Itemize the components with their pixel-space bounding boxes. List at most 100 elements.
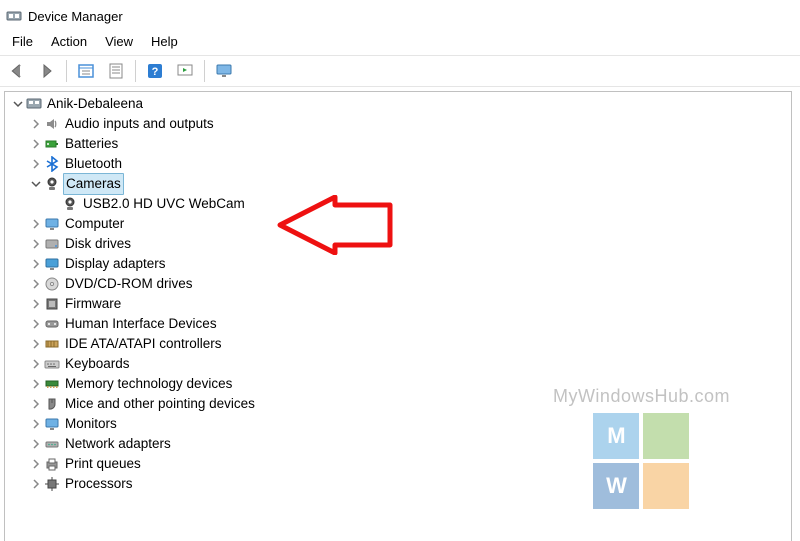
camera-icon: [61, 195, 79, 213]
battery-icon: [43, 135, 61, 153]
tree-item-cameras[interactable]: Cameras: [5, 174, 791, 194]
tree-item-dvd-cd-rom-drives[interactable]: DVD/CD-ROM drives: [5, 274, 791, 294]
chevron-right-icon[interactable]: [29, 297, 43, 311]
hid-icon: [43, 315, 61, 333]
tree-item-ide-ata-atapi-controllers[interactable]: IDE ATA/ATAPI controllers: [5, 334, 791, 354]
cpu-icon: [43, 475, 61, 493]
tree-item-label: DVD/CD-ROM drives: [63, 274, 195, 294]
display-icon: [43, 255, 61, 273]
chevron-right-icon[interactable]: [29, 337, 43, 351]
toolbar-separator: [135, 60, 136, 82]
menu-action[interactable]: Action: [43, 32, 95, 51]
back-button[interactable]: [4, 58, 30, 84]
bluetooth-icon: [43, 155, 61, 173]
tree-item-bluetooth[interactable]: Bluetooth: [5, 154, 791, 174]
menu-file[interactable]: File: [4, 32, 41, 51]
tree-item-label: Mice and other pointing devices: [63, 394, 257, 414]
tree-item-human-interface-devices[interactable]: Human Interface Devices: [5, 314, 791, 334]
tree-item-firmware[interactable]: Firmware: [5, 294, 791, 314]
tree-item-computer[interactable]: Computer: [5, 214, 791, 234]
tree-item-label: Network adapters: [63, 434, 173, 454]
disk-icon: [43, 235, 61, 253]
monitor-button[interactable]: [211, 58, 237, 84]
tree-item-label: Batteries: [63, 134, 120, 154]
chevron-right-icon[interactable]: [29, 477, 43, 491]
camera-icon: [43, 175, 61, 193]
tree-item-mice-and-other-pointing-devices[interactable]: Mice and other pointing devices: [5, 394, 791, 414]
tree-item-label: Keyboards: [63, 354, 132, 374]
tree-item-disk-drives[interactable]: Disk drives: [5, 234, 791, 254]
firmware-icon: [43, 295, 61, 313]
chevron-right-icon[interactable]: [29, 237, 43, 251]
tree-item-label: Display adapters: [63, 254, 168, 274]
network-icon: [43, 435, 61, 453]
tree-item-label: Bluetooth: [63, 154, 124, 174]
dvd-icon: [43, 275, 61, 293]
tree-item-label: Monitors: [63, 414, 119, 434]
chevron-down-icon[interactable]: [29, 177, 43, 191]
chevron-right-icon[interactable]: [29, 397, 43, 411]
tree-item-label: Audio inputs and outputs: [63, 114, 216, 134]
tree-item-label: Computer: [63, 214, 126, 234]
window-title: Device Manager: [28, 9, 123, 24]
chevron-right-icon[interactable]: [29, 217, 43, 231]
menu-help[interactable]: Help: [143, 32, 186, 51]
chevron-right-icon[interactable]: [29, 277, 43, 291]
printer-icon: [43, 455, 61, 473]
computer-icon: [43, 215, 61, 233]
forward-button[interactable]: [34, 58, 60, 84]
menu-bar: File Action View Help: [0, 30, 800, 55]
show-hidden-button[interactable]: [73, 58, 99, 84]
scan-button[interactable]: [172, 58, 198, 84]
chevron-right-icon[interactable]: [29, 157, 43, 171]
toolbar: ?: [0, 55, 800, 87]
menu-view[interactable]: View: [97, 32, 141, 51]
chevron-right-icon[interactable]: [29, 457, 43, 471]
tree-item-label: Human Interface Devices: [63, 314, 219, 334]
tree-item-audio-inputs-and-outputs[interactable]: Audio inputs and outputs: [5, 114, 791, 134]
tree-item-label: Memory technology devices: [63, 374, 234, 394]
app-icon: [6, 8, 22, 24]
monitor-icon: [43, 415, 61, 433]
chevron-right-icon[interactable]: [29, 317, 43, 331]
device-tree[interactable]: Anik-DebaleenaAudio inputs and outputsBa…: [5, 94, 791, 494]
audio-icon: [43, 115, 61, 133]
properties-button[interactable]: [103, 58, 129, 84]
tree-item-label: Disk drives: [63, 234, 133, 254]
tree-item-label: USB2.0 HD UVC WebCam: [81, 194, 247, 214]
tree-item-memory-technology-devices[interactable]: Memory technology devices: [5, 374, 791, 394]
tree-item-label: Firmware: [63, 294, 123, 314]
title-bar: Device Manager: [0, 0, 800, 30]
tree-item-label: IDE ATA/ATAPI controllers: [63, 334, 224, 354]
tree-item-usb2-0-hd-uvc-webcam[interactable]: USB2.0 HD UVC WebCam: [5, 194, 791, 214]
tree-item-processors[interactable]: Processors: [5, 474, 791, 494]
tree-item-monitors[interactable]: Monitors: [5, 414, 791, 434]
chevron-right-icon[interactable]: [29, 377, 43, 391]
chevron-right-icon[interactable]: [29, 417, 43, 431]
expander-placeholder: [47, 197, 61, 211]
tree-item-print-queues[interactable]: Print queues: [5, 454, 791, 474]
chevron-right-icon[interactable]: [29, 117, 43, 131]
toolbar-separator: [66, 60, 67, 82]
chevron-right-icon[interactable]: [29, 137, 43, 151]
svg-text:?: ?: [152, 66, 159, 78]
chevron-right-icon[interactable]: [29, 357, 43, 371]
chevron-right-icon[interactable]: [29, 257, 43, 271]
memory-icon: [43, 375, 61, 393]
device-tree-pane: Anik-DebaleenaAudio inputs and outputsBa…: [4, 91, 792, 541]
ide-icon: [43, 335, 61, 353]
tree-item-label: Anik-Debaleena: [45, 94, 145, 114]
toolbar-separator: [204, 60, 205, 82]
tree-item-anik-debaleena[interactable]: Anik-Debaleena: [5, 94, 791, 114]
tree-item-network-adapters[interactable]: Network adapters: [5, 434, 791, 454]
tree-item-keyboards[interactable]: Keyboards: [5, 354, 791, 374]
tree-item-label: Processors: [63, 474, 135, 494]
mouse-icon: [43, 395, 61, 413]
tree-item-label: Cameras: [63, 173, 124, 195]
help-button[interactable]: ?: [142, 58, 168, 84]
chevron-right-icon[interactable]: [29, 437, 43, 451]
tree-item-display-adapters[interactable]: Display adapters: [5, 254, 791, 274]
computer-root-icon: [25, 95, 43, 113]
tree-item-batteries[interactable]: Batteries: [5, 134, 791, 154]
chevron-down-icon[interactable]: [11, 97, 25, 111]
